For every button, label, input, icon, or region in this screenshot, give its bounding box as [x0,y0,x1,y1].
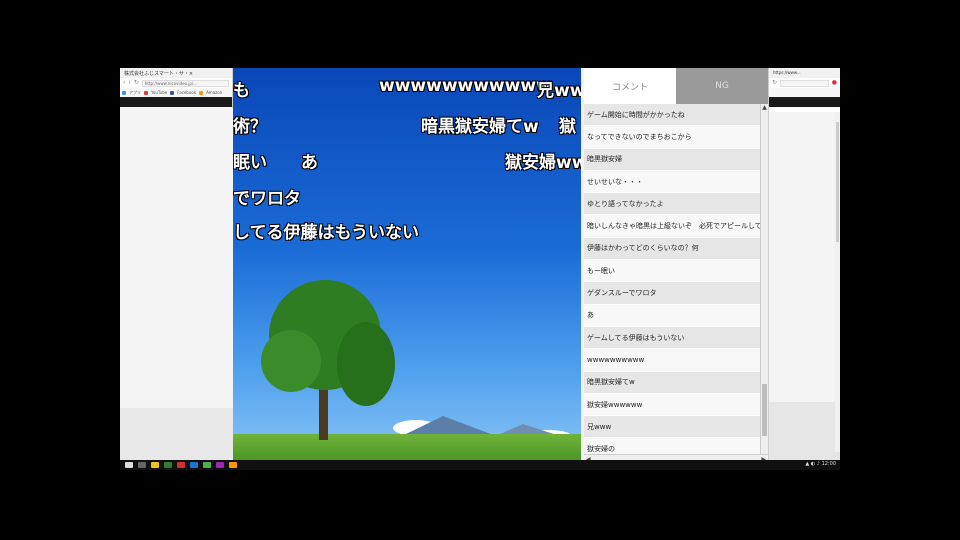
start-icon[interactable] [125,462,133,468]
danmaku-comment: でワロタ [233,189,301,209]
bookmark-item[interactable]: Amazon [206,90,222,95]
youtube-icon [144,90,148,95]
comment-row[interactable]: 暗いしんなきゃ暗黒は上級ないぞ 必死でアピールしてる [584,215,760,238]
comment-row[interactable]: もー眠い [584,260,760,283]
forward-icon[interactable]: › [128,80,130,86]
tree-canopy [337,322,395,406]
bookmarks-bar: アプリ YouTube Facebook Amazon [120,88,232,97]
danmaku-comment: 暗黒獄安婦てw [421,117,539,137]
browser-tab[interactable]: https://www... [769,68,840,78]
chrome-icon[interactable] [203,462,211,468]
reload-icon[interactable]: ↻ [772,80,777,86]
left-browser-window: 株式会社ふじスマート・サ・× ‹ › ↻ http://www.nicovide… [120,68,233,460]
danmaku-comment: 獄 [559,117,576,137]
page-content [120,108,233,408]
comment-row[interactable]: せいせいな・・・ [584,170,760,194]
app-icon[interactable] [229,462,237,468]
back-icon[interactable]: ‹ [123,80,125,86]
page-footer [769,402,840,460]
address-bar: ‹ › ↻ http://www.nicovideo.jp/... [120,78,232,88]
comment-row[interactable]: 暗黒獄安婦てw [584,371,760,394]
comment-row[interactable]: なってできないのでまちおこから [584,126,760,149]
scroll-thumb[interactable] [762,384,767,436]
danmaku-comment: 獄安婦wwww [505,153,581,173]
bookmark-item[interactable]: Facebook [177,90,196,95]
scroll-thumb[interactable] [836,122,839,242]
comment-row[interactable]: 伊藤はかわってどのくらいなの？何 [584,237,760,261]
bookmark-item[interactable]: アプリ [129,90,141,96]
tab-ng[interactable]: NG [676,68,768,104]
danmaku-comment: してる伊藤はもういない [233,223,419,243]
url-input[interactable] [780,79,829,87]
amazon-icon [199,90,204,95]
facebook-icon [170,90,175,95]
video-frame: 株式会社ふじスマート・サ・× ‹ › ↻ http://www.nicovide… [0,0,960,540]
page-scrollbar[interactable] [835,112,840,452]
site-header [769,97,840,107]
page-content [769,112,840,402]
search-icon[interactable] [138,462,146,468]
comment-row[interactable]: 獄安婦wwwwww [584,393,760,417]
app-icon[interactable] [177,462,185,468]
danmaku-comment: wwwwwwwwwww [379,76,552,96]
extension-icon[interactable]: ● [832,80,837,86]
url-input[interactable]: http://www.nicovideo.jp/... [141,79,229,87]
system-tray[interactable]: ▲ ◐ ♪ 12:00 [805,461,836,467]
danmaku-comment: 術？ [233,117,267,137]
right-browser-window: https://www... ↻ ● [768,68,840,460]
apps-icon [122,90,126,95]
scroll-up-icon[interactable]: ▲ [761,104,768,112]
comment-row[interactable]: ゲームしてる伊藤はもういない [584,326,760,350]
page-footer [120,408,233,460]
comment-row[interactable]: 獄安婦の [584,438,760,454]
tree-canopy [261,330,321,392]
comment-list: ゲーム開始に時間がかかったね なってできないのでまちおこから 暗黒獄安婦 せいせ… [584,104,760,454]
tab-comments[interactable]: コメント [584,68,676,104]
windows-taskbar: ▲ ◐ ♪ 12:00 [120,460,840,470]
danmaku-comment: 眠い [233,153,267,173]
app-icon[interactable] [190,462,198,468]
address-bar: ↻ ● [769,78,840,88]
danmaku-comment: も [233,81,250,101]
video-player[interactable]: も wwwwwwwwwww 兄www 術？ 暗黒獄安婦てw 獄 眠い あ 獄安婦… [233,68,581,470]
comment-row[interactable]: ゲダンスルーでワロタ [584,282,760,305]
danmaku-comment: あ [301,153,318,173]
bookmark-item[interactable]: YouTube [151,90,167,95]
comment-row[interactable]: あ [584,304,760,327]
comment-panel: コメント NG ゲーム開始に時間がかかったね なってできないのでまちおこから 暗… [584,68,768,466]
comment-row[interactable]: ゆとり語ってなかったよ [584,193,760,216]
folder-icon[interactable] [151,462,159,468]
browser-tab[interactable]: 株式会社ふじスマート・サ・× [120,68,232,78]
comment-row[interactable]: ゲーム開始に時間がかかったね [584,104,760,127]
comment-row[interactable]: 暗黒獄安婦 [584,148,760,171]
comment-panel-tabs: コメント NG [584,68,768,104]
app-icon[interactable] [216,462,224,468]
site-header [120,97,232,107]
desktop-screen: 株式会社ふじスマート・サ・× ‹ › ↻ http://www.nicovide… [120,68,840,470]
comment-scrollbar[interactable]: ▲ [760,104,768,454]
bookmarks-bar [769,88,840,97]
app-icon[interactable] [164,462,172,468]
comment-row[interactable]: 兄www [584,416,760,439]
danmaku-comment: 兄www [537,81,581,101]
comment-row[interactable]: wwwwwwwwww [584,349,760,372]
reload-icon[interactable]: ↻ [134,80,139,86]
